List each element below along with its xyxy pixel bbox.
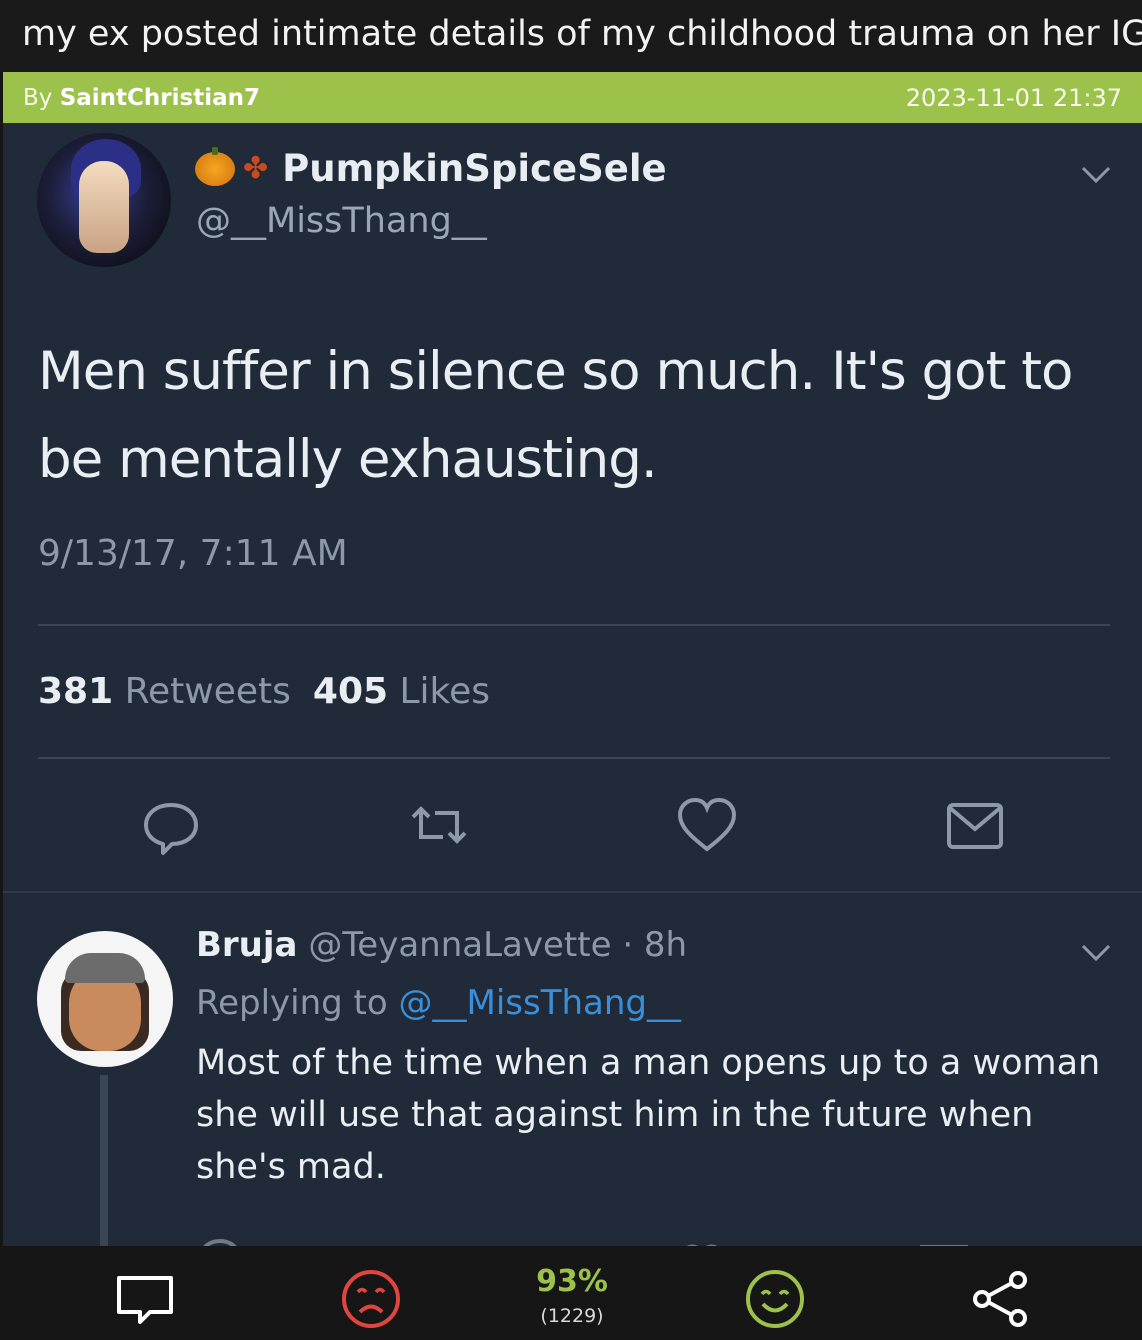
- mail-icon: [947, 803, 1003, 849]
- pumpkin-icon: [195, 146, 235, 186]
- maple-leaf-icon: ✤: [243, 150, 269, 186]
- post-image: ✤ PumpkinSpiceSele @__MissThang__ Men su…: [3, 123, 1142, 1246]
- tweet-action-row: [3, 793, 1142, 863]
- tweet-counts: 381 Retweets 405 Likes: [38, 671, 490, 712]
- like-count: 405 Likes: [312, 671, 491, 712]
- tweet-timestamp: 9/13/17, 7:11 AM: [38, 533, 348, 574]
- divider: [38, 624, 1110, 626]
- reply-icon: [144, 803, 198, 855]
- bottom-action-bar: 93% (1229): [0, 1246, 1142, 1340]
- author-link[interactable]: SaintChristian7: [60, 85, 260, 111]
- tweet-text: Men suffer in silence so much. It's got …: [38, 341, 1073, 490]
- share-icon[interactable]: [970, 1268, 1032, 1330]
- reply-avatar: [37, 931, 173, 1067]
- vote-count: (1229): [540, 1305, 604, 1327]
- tweet-display-name: PumpkinSpiceSele: [282, 147, 667, 190]
- post-title: my ex posted intimate details of my chil…: [0, 0, 1142, 72]
- reply-tweet: Bruja @TeyannaLavette · 8h Replying to @…: [3, 895, 1142, 1246]
- retweet-icon: [411, 806, 467, 844]
- divider: [38, 757, 1110, 759]
- by-label: By: [23, 84, 53, 111]
- reply-handle-time: @TeyannaLavette · 8h: [308, 925, 688, 965]
- divider: [3, 891, 1142, 893]
- reply-text: Most of the time when a man opens up to …: [196, 1043, 1101, 1187]
- reply-display-name: Bruja: [196, 925, 298, 965]
- tweet-name-row: ✤ PumpkinSpiceSele: [195, 146, 667, 190]
- post-date: 2023-11-01 21:37: [905, 83, 1122, 112]
- replying-to: Replying to @__MissThang__: [196, 983, 681, 1023]
- post-meta-bar: By SaintChristian7 2023-11-01 21:37: [3, 72, 1142, 123]
- score-percent: 93%: [536, 1264, 608, 1299]
- reply-action-row: [203, 1238, 968, 1246]
- chevron-down-icon: [1081, 944, 1111, 962]
- score: 93% (1229): [512, 1264, 632, 1327]
- tweet-avatar: [37, 133, 171, 267]
- comment-icon[interactable]: [114, 1268, 176, 1330]
- tweet-handle: @__MissThang__: [196, 201, 487, 241]
- thread-line: [100, 1075, 108, 1246]
- heart-icon: [677, 797, 737, 852]
- chevron-down-icon: [1081, 166, 1111, 184]
- tweet-card: ✤ PumpkinSpiceSele @__MissThang__ Men su…: [3, 123, 1142, 893]
- frown-icon[interactable]: [340, 1268, 402, 1330]
- smile-icon[interactable]: [744, 1268, 806, 1330]
- reply-header: Bruja @TeyannaLavette · 8h: [196, 925, 687, 965]
- post-byline: By SaintChristian7: [23, 85, 260, 111]
- reply-mention: @__MissThang__: [398, 983, 682, 1023]
- retweet-count: 381 Retweets: [38, 671, 291, 712]
